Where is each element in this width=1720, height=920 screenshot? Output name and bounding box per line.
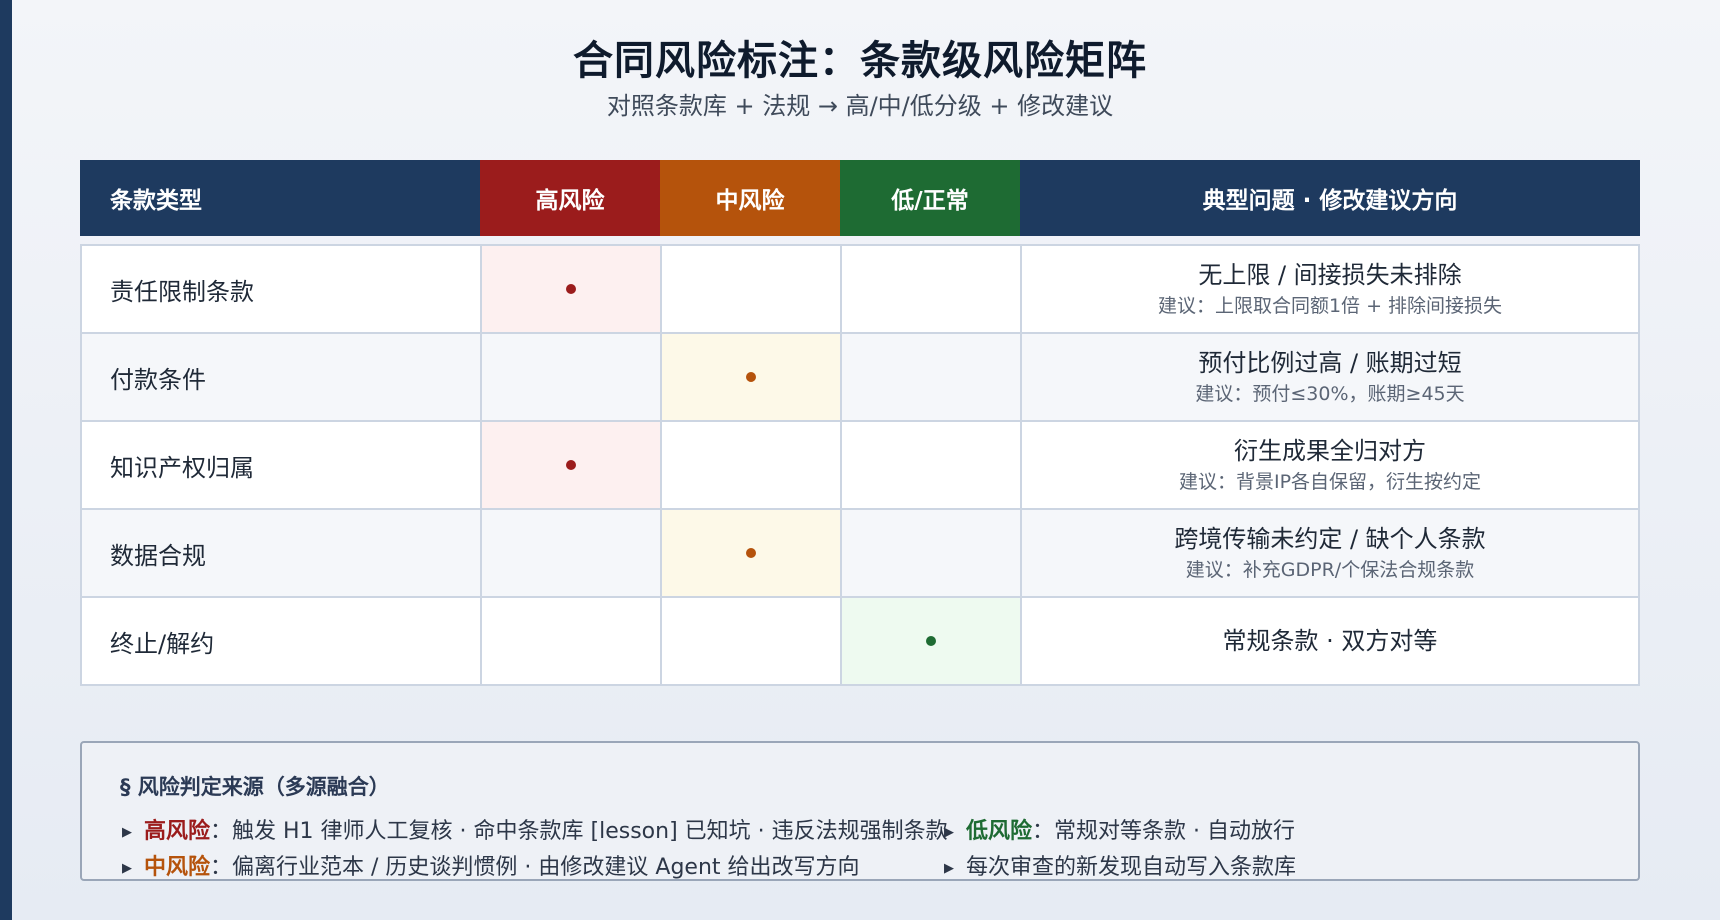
bullet-triangle-icon: ▶: [122, 825, 132, 840]
matrix-row: 付款条件 预付比例过高 / 账期过短 建议：预付≤30%，账期≥45天: [82, 332, 1638, 420]
low-risk-cell: [840, 422, 1020, 508]
advice-text: 建议：预付≤30%，账期≥45天: [1195, 383, 1465, 405]
mid-risk-cell: [660, 334, 840, 420]
notes-cell: 衍生成果全归对方 建议：背景IP各自保留，衍生按约定: [1020, 422, 1638, 508]
header-low-risk: 低/正常: [840, 160, 1020, 236]
clause-name: 数据合规: [82, 510, 480, 596]
issue-text: 衍生成果全归对方: [1234, 437, 1426, 465]
high-risk-cell: [480, 334, 660, 420]
legend-text-library: 每次审查的新发现自动写入条款库: [966, 855, 1297, 880]
page-subtitle: 对照条款库 + 法规 → 高/中/低分级 + 修改建议: [606, 92, 1114, 120]
legend-title: § 风险判定来源（多源融合）: [120, 775, 390, 799]
mid-risk-marker: [746, 548, 756, 558]
header-high-risk: 高风险: [480, 160, 660, 236]
low-risk-cell: [840, 510, 1020, 596]
clause-name: 责任限制条款: [110, 277, 254, 306]
bullet-triangle-icon: ▶: [944, 861, 954, 876]
low-risk-cell: [840, 246, 1020, 332]
mid-risk-cell: [660, 422, 840, 508]
issue-text: 跨境传输未约定 / 缺个人条款: [1174, 525, 1486, 553]
legend-label-mid: 中风险: [144, 855, 211, 880]
matrix-row: 责任限制条款 无上限 / 间接损失未排除 建议：上限取合同额1倍 + 排除间接损…: [82, 246, 1638, 332]
high-risk-cell: [480, 246, 660, 332]
legend-label-high: 高风险: [144, 819, 211, 844]
high-risk-marker: [566, 284, 576, 294]
matrix-row: 数据合规 跨境传输未约定 / 缺个人条款 建议：补充GDPR/个保法合规条款: [82, 508, 1638, 596]
clause-name: 终止/解约: [110, 629, 215, 658]
low-risk-cell: [840, 598, 1020, 684]
clause-name: 知识产权归属: [110, 453, 254, 482]
advice-text: 建议：上限取合同额1倍 + 排除间接损失: [1157, 295, 1503, 317]
legend-item-low: ▶ 低风险：常规对等条款 · 自动放行: [944, 813, 1295, 845]
matrix-row: 终止/解约 常规条款 · 双方对等: [82, 596, 1638, 684]
legend-item-mid: ▶ 中风险：偏离行业范本 / 历史谈判惯例 · 由修改建议 Agent 给出改写方…: [122, 849, 860, 881]
header-notes: 典型问题 · 修改建议方向: [1020, 160, 1640, 236]
clause-name: 付款条件: [82, 334, 480, 420]
legend-text-low: ：常规对等条款 · 自动放行: [1032, 819, 1295, 844]
high-risk-marker: [566, 460, 576, 470]
page-title: 合同风险标注：条款级风险矩阵: [573, 38, 1147, 84]
issue-text: 预付比例过高 / 账期过短: [1198, 349, 1462, 377]
legend-text-mid: ：偏离行业范本 / 历史谈判惯例 · 由修改建议 Agent 给出改写方向: [210, 855, 860, 880]
notes-cell: 常规条款 · 双方对等: [1020, 598, 1638, 684]
legend-box: § 风险判定来源（多源融合） ▶ 高风险：触发 H1 律师人工复核 · 命中条款库…: [80, 741, 1640, 881]
mid-risk-cell: [660, 510, 840, 596]
notes-cell: 无上限 / 间接损失未排除 建议：上限取合同额1倍 + 排除间接损失: [1020, 246, 1638, 332]
legend-item-high: ▶ 高风险：触发 H1 律师人工复核 · 命中条款库 [lesson] 已知坑 ·…: [122, 813, 948, 845]
left-accent-bar: [0, 0, 12, 920]
issue-text: 无上限 / 间接损失未排除: [1198, 261, 1462, 289]
mid-risk-marker: [746, 372, 756, 382]
advice-text: 建议：补充GDPR/个保法合规条款: [1185, 559, 1475, 581]
notes-cell: 跨境传输未约定 / 缺个人条款 建议：补充GDPR/个保法合规条款: [1020, 510, 1638, 596]
high-risk-cell: [480, 422, 660, 508]
mid-risk-cell: [660, 246, 840, 332]
mid-risk-cell: [660, 598, 840, 684]
legend-text-high: ：触发 H1 律师人工复核 · 命中条款库 [lesson] 已知坑 · 违反法…: [210, 819, 948, 844]
advice-text: 建议：背景IP各自保留，衍生按约定: [1178, 471, 1482, 493]
matrix-rows: 责任限制条款 无上限 / 间接损失未排除 建议：上限取合同额1倍 + 排除间接损…: [80, 244, 1640, 686]
issue-text: 常规条款 · 双方对等: [1222, 627, 1438, 655]
low-risk-marker: [926, 636, 936, 646]
notes-cell: 预付比例过高 / 账期过短 建议：预付≤30%，账期≥45天: [1020, 334, 1638, 420]
high-risk-cell: [480, 510, 660, 596]
header-clause-type: 条款类型: [80, 160, 480, 236]
header-mid-risk: 中风险: [660, 160, 840, 236]
bullet-triangle-icon: ▶: [122, 861, 132, 876]
legend-label-low: 低风险: [966, 819, 1033, 844]
matrix-row: 知识产权归属 衍生成果全归对方 建议：背景IP各自保留，衍生按约定: [82, 420, 1638, 508]
low-risk-cell: [840, 334, 1020, 420]
legend-item-library: ▶ 每次审查的新发现自动写入条款库: [944, 849, 1296, 881]
bullet-triangle-icon: ▶: [944, 825, 954, 840]
high-risk-cell: [480, 598, 660, 684]
